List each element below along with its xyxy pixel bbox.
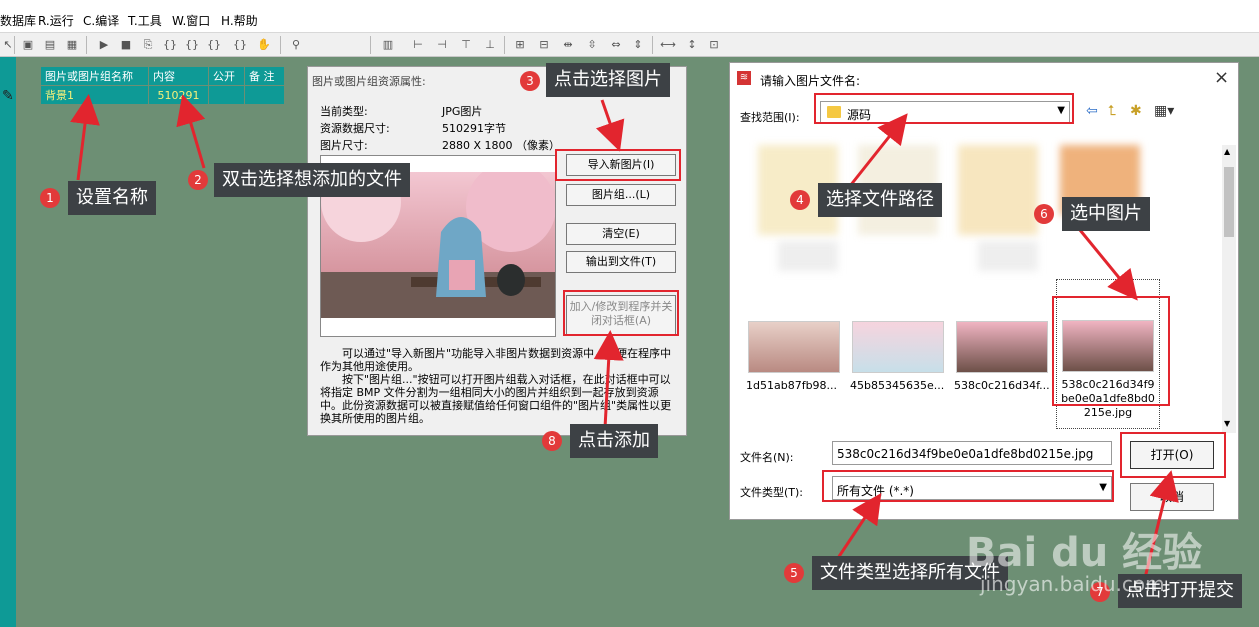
step-marker-6: 6: [1034, 204, 1054, 224]
callout-6: 选中图片: [1062, 197, 1150, 231]
arrow-6: [1078, 229, 1138, 301]
step-marker-2: 2: [188, 170, 208, 190]
arrow-1: [70, 94, 100, 181]
watermark-url: jingyan.baidu.com: [980, 572, 1165, 596]
step-marker-1: 1: [40, 188, 60, 208]
step-marker-4: 4: [790, 190, 810, 210]
arrow-5: [836, 493, 882, 559]
step-marker-5: 5: [784, 563, 804, 583]
callout-2: 双击选择想添加的文件: [214, 163, 410, 197]
arrow-8: [593, 330, 624, 429]
callout-8: 点击添加: [570, 424, 658, 458]
baidu-jingyan-logo: Bai du 经验: [966, 530, 1203, 576]
arrow-4: [848, 113, 908, 187]
step-marker-8: 8: [542, 431, 562, 451]
arrow-2: [176, 94, 206, 169]
callout-4: 选择文件路径: [818, 183, 942, 217]
callout-3: 点击选择图片: [546, 63, 670, 97]
callout-1: 设置名称: [68, 181, 156, 215]
arrow-3: [595, 99, 625, 152]
step-marker-3: 3: [520, 71, 540, 91]
